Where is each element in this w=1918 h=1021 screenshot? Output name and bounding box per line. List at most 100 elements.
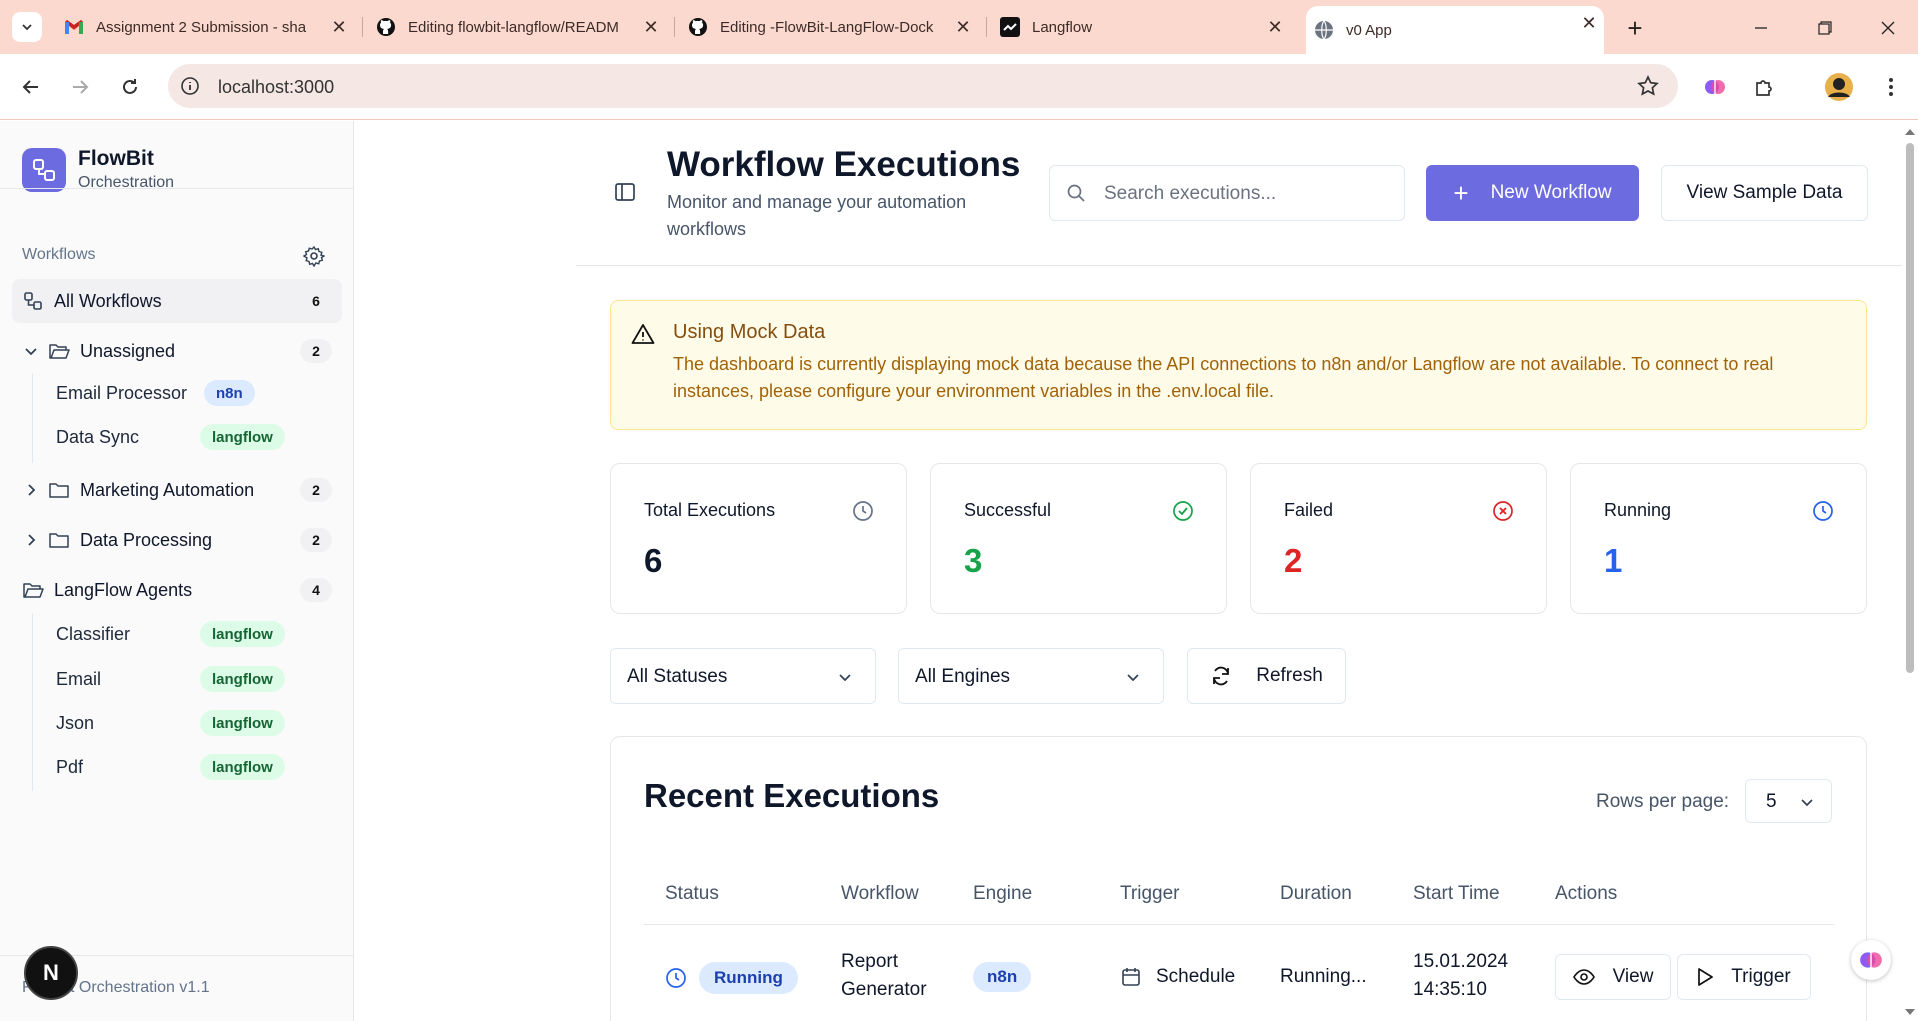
main-content: Workflow Executions Monitor and manage y… (576, 121, 1902, 1021)
folder-open-icon (48, 340, 70, 362)
browser-menu-icon[interactable] (1876, 72, 1906, 102)
engine-badge: langflow (200, 710, 285, 736)
chevron-down-icon (22, 24, 32, 31)
browser-tab-v0-app[interactable]: v0 App ✕ (1306, 6, 1604, 54)
engine-badge: n8n (204, 380, 255, 406)
count-badge: 6 (312, 293, 320, 309)
browser-tab-gmail[interactable]: Assignment 2 Submission - sha ✕ (56, 10, 354, 44)
chevron-down-icon (837, 669, 853, 691)
column-header-trigger[interactable]: Trigger (1120, 883, 1179, 905)
column-header-duration[interactable]: Duration (1280, 883, 1352, 905)
tab-search-dropdown[interactable] (12, 12, 42, 42)
sidebar-folder-data-processing[interactable]: Data Processing 2 (12, 518, 342, 562)
browser-tab-github-docker[interactable]: Editing -FlowBit-LangFlow-Dock ✕ (680, 10, 978, 44)
extensions-puzzle-icon[interactable] (1750, 72, 1780, 102)
close-icon[interactable]: ✕ (1266, 17, 1284, 37)
browser-tab-github-readme[interactable]: Editing flowbit-langflow/READM ✕ (368, 10, 666, 44)
sidebar-workflow-classifier[interactable]: Classifier (56, 616, 130, 652)
sidebar-workflow-json[interactable]: Json (56, 705, 94, 741)
workflow-icon (22, 290, 44, 312)
sidebar-workflow-email[interactable]: Email (56, 661, 101, 697)
new-tab-button[interactable]: + (1621, 13, 1649, 43)
stat-card-running: Running 1 (1570, 463, 1867, 614)
status-filter-select[interactable]: All Statuses (610, 648, 876, 704)
refresh-button[interactable]: Refresh (1187, 648, 1346, 704)
extension-floating-brain-icon[interactable] (1851, 940, 1891, 980)
site-info-icon[interactable] (180, 76, 200, 96)
nextjs-dev-badge[interactable]: N (24, 946, 78, 1000)
close-window-button[interactable] (1874, 14, 1902, 42)
select-value: 5 (1766, 791, 1777, 812)
workflow-label: Email (56, 668, 102, 689)
duration: Running... (1280, 966, 1367, 987)
reload-button[interactable] (115, 72, 145, 102)
page-scrollbar[interactable] (1902, 121, 1918, 1021)
sidebar-toggle-button[interactable] (614, 181, 636, 208)
scrollbar-thumb[interactable] (1906, 143, 1914, 673)
new-workflow-button[interactable]: + New Workflow (1426, 165, 1639, 221)
column-header-start-time[interactable]: Start Time (1413, 883, 1500, 905)
workflow-label: Pdf (56, 756, 84, 777)
workflow-label: Data Sync (56, 426, 140, 447)
restore-button[interactable] (1811, 14, 1839, 42)
minimize-button[interactable] (1747, 14, 1775, 42)
scroll-down-icon (1905, 1009, 1915, 1015)
sidebar-workflow-data-sync[interactable]: Data Sync (56, 419, 139, 455)
globe-icon (1314, 20, 1334, 40)
folder-icon (48, 479, 70, 501)
url-bar[interactable]: localhost:3000 (168, 64, 1678, 108)
gear-icon[interactable] (302, 245, 326, 272)
search-box[interactable] (1049, 165, 1405, 221)
stat-value: 3 (964, 542, 983, 579)
chevron-down-icon[interactable] (20, 340, 42, 362)
flowbit-logo-icon (22, 147, 66, 192)
recent-executions-card: Recent Executions Rows per page: 5 Statu… (610, 736, 1867, 1021)
profile-avatar[interactable] (1824, 72, 1854, 102)
sidebar-workflow-email-processor[interactable]: Email Processor (56, 375, 187, 411)
gmail-icon (64, 17, 84, 37)
sidebar-folder-unassigned[interactable]: Unassigned 2 (12, 329, 342, 373)
engine-filter-select[interactable]: All Engines (898, 648, 1164, 704)
close-icon (1881, 21, 1895, 35)
close-icon[interactable]: ✕ (1580, 13, 1598, 33)
sidebar-item-label: Marketing Automation (80, 479, 255, 500)
chevron-down-icon (1799, 794, 1815, 816)
clock-icon (665, 967, 687, 995)
trigger-button[interactable]: Trigger (1677, 954, 1811, 1000)
count-badge: 2 (300, 528, 332, 552)
sidebar-folder-langflow-agents[interactable]: LangFlow Agents 4 (12, 568, 342, 612)
sidebar-item-label: All Workflows (54, 290, 162, 311)
chevron-right-icon[interactable] (20, 479, 42, 501)
rows-per-page-select[interactable]: 5 (1745, 779, 1832, 823)
view-button[interactable]: View (1555, 954, 1671, 1000)
button-label: View Sample Data (1686, 182, 1843, 203)
view-sample-data-button[interactable]: View Sample Data (1661, 165, 1868, 221)
stat-label: Running (1604, 500, 1672, 520)
close-icon[interactable]: ✕ (642, 17, 660, 37)
brand-name: FlowBit (78, 147, 154, 170)
bookmark-star-icon[interactable] (1636, 74, 1660, 103)
forward-button[interactable] (65, 72, 95, 102)
count-badge: 4 (300, 578, 332, 602)
browser-tab-langflow[interactable]: Langflow ✕ (992, 10, 1290, 44)
sidebar-workflow-pdf[interactable]: Pdf (56, 749, 83, 785)
chevron-right-icon[interactable] (20, 529, 42, 551)
close-icon[interactable]: ✕ (954, 17, 972, 37)
back-button[interactable] (16, 72, 46, 102)
arrow-right-icon (73, 80, 89, 94)
column-header-status[interactable]: Status (665, 883, 719, 905)
alert-title: Using Mock Data (673, 321, 826, 343)
url-text: localhost:3000 (218, 77, 335, 97)
extension-brain-icon[interactable] (1700, 72, 1730, 102)
count-badge: 2 (300, 478, 332, 502)
select-value: All Engines (915, 666, 1011, 687)
sidebar-item-all-workflows[interactable]: All Workflows 6 (12, 279, 342, 323)
column-header-engine[interactable]: Engine (973, 883, 1032, 905)
app: FlowBit Orchestration Workflows All Work… (0, 121, 1918, 1021)
mock-data-alert: Using Mock Data The dashboard is current… (610, 300, 1867, 430)
column-header-workflow[interactable]: Workflow (841, 883, 919, 905)
column-header-actions: Actions (1555, 883, 1618, 904)
close-icon[interactable]: ✕ (330, 17, 348, 37)
sidebar-folder-marketing-automation[interactable]: Marketing Automation 2 (12, 468, 342, 512)
search-input[interactable] (1104, 180, 1394, 208)
